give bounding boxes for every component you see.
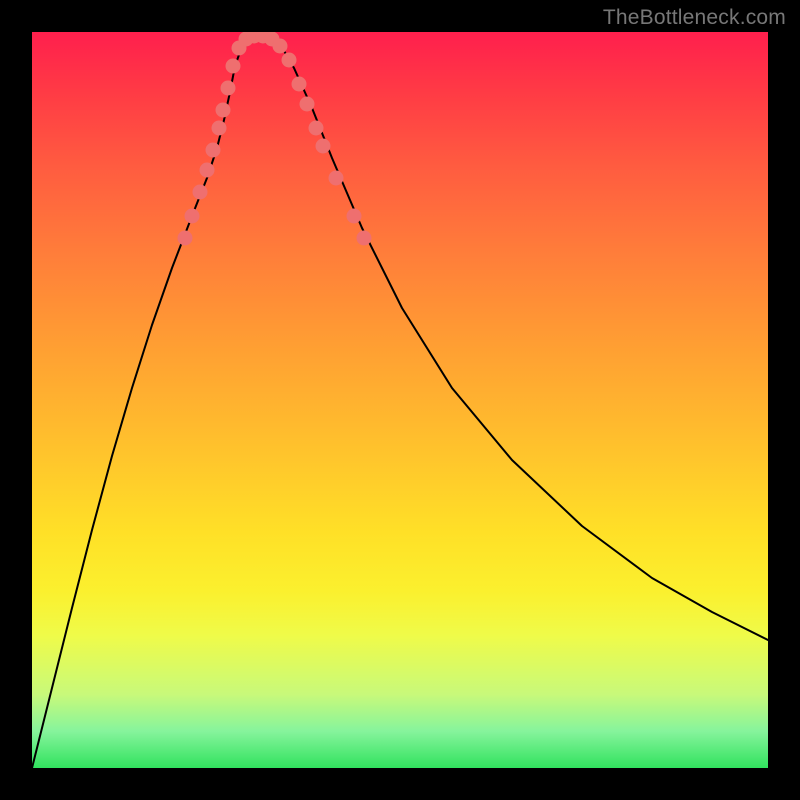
data-dot bbox=[216, 103, 231, 118]
plot-area bbox=[32, 32, 768, 768]
data-dot bbox=[200, 163, 215, 178]
data-dot bbox=[221, 81, 236, 96]
chart-frame: TheBottleneck.com bbox=[0, 0, 800, 800]
watermark-text: TheBottleneck.com bbox=[603, 6, 786, 30]
data-dot bbox=[226, 59, 241, 74]
data-dot bbox=[347, 209, 362, 224]
data-dot bbox=[300, 97, 315, 112]
data-dot bbox=[206, 143, 221, 158]
data-dot bbox=[212, 121, 227, 136]
data-dot bbox=[316, 139, 331, 154]
data-dot bbox=[292, 77, 307, 92]
curves-svg bbox=[32, 32, 768, 768]
data-dot bbox=[329, 171, 344, 186]
data-dot bbox=[309, 121, 324, 136]
curve-right-curve bbox=[266, 36, 768, 640]
curve-left-curve bbox=[32, 36, 266, 768]
data-dot bbox=[178, 231, 193, 246]
data-dot bbox=[273, 39, 288, 54]
data-dot bbox=[282, 53, 297, 68]
curve-lines bbox=[32, 36, 768, 768]
data-dot bbox=[193, 185, 208, 200]
data-dot bbox=[357, 231, 372, 246]
curve-dots bbox=[178, 32, 372, 246]
data-dot bbox=[185, 209, 200, 224]
